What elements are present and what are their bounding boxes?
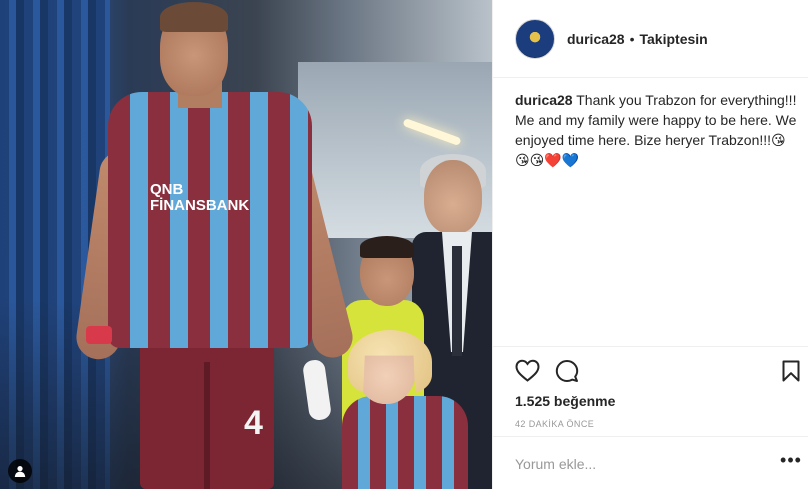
user-tag-button[interactable] xyxy=(8,459,32,483)
save-button[interactable] xyxy=(777,359,805,387)
photo-official-tie xyxy=(452,246,462,356)
caption-username[interactable]: durica28 xyxy=(515,92,573,108)
photo-player-jersey: QNB FİNANSBANK xyxy=(108,92,312,348)
photo-shorts-split xyxy=(204,362,210,489)
comment-section: ••• xyxy=(493,436,808,489)
comment-button[interactable] xyxy=(553,359,581,387)
photo-child-jersey xyxy=(342,396,468,489)
photo-player-wristband xyxy=(86,326,112,344)
post-side-panel: durica28 • Takiptesin durica28 Thank you… xyxy=(492,0,808,489)
more-dots-icon: ••• xyxy=(780,450,802,470)
more-options-button[interactable]: ••• xyxy=(779,450,803,475)
photo-player-hair xyxy=(160,2,228,32)
speech-bubble-icon xyxy=(555,359,579,388)
comment-input[interactable] xyxy=(515,454,751,474)
caption: durica28 Thank you Trabzon for everythin… xyxy=(515,90,799,170)
photo-official-head xyxy=(424,160,482,234)
post-photo[interactable]: 4 QNB FİNANSBANK xyxy=(0,0,492,489)
follow-status-button[interactable]: Takiptesin xyxy=(640,31,708,47)
instagram-post: 4 QNB FİNANSBANK durica28 • Takiptesin d… xyxy=(0,0,808,489)
post-header: durica28 • Takiptesin xyxy=(493,0,808,78)
photo-player-shorts: 4 xyxy=(140,342,274,489)
like-button[interactable] xyxy=(513,359,541,387)
heart-icon xyxy=(514,359,540,387)
likes-count[interactable]: 1.525 beğenme xyxy=(515,393,615,409)
photo-jersey-sponsor-text: QNB FİNANSBANK xyxy=(150,181,250,214)
author-username[interactable]: durica28 xyxy=(567,31,625,47)
header-separator: • xyxy=(629,30,635,47)
person-tag-icon xyxy=(14,465,26,477)
photo-referee-hair xyxy=(360,236,414,258)
avatar[interactable] xyxy=(515,18,555,59)
photo-jersey-sponsor: QNB FİNANSBANK xyxy=(150,181,250,218)
post-timestamp[interactable]: 42 DAKİKA ÖNCE xyxy=(515,419,594,429)
photo-shorts-number: 4 xyxy=(244,404,263,442)
bookmark-icon xyxy=(782,360,800,387)
